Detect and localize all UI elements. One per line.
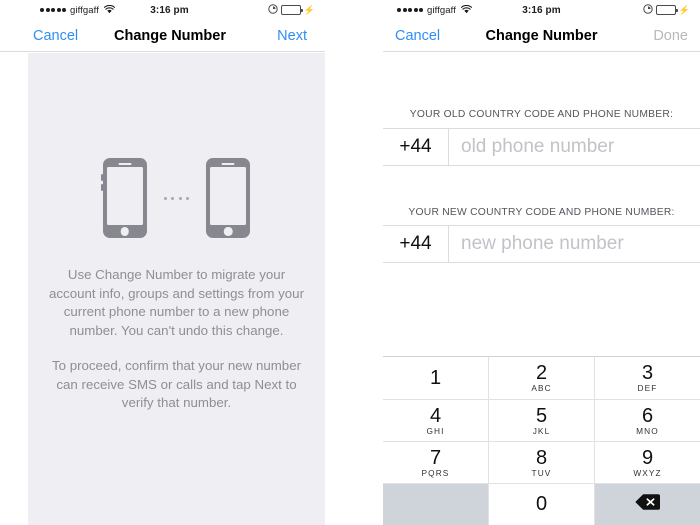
keypad-row: 7 PQRS 8 TUV 9 WXYZ [383,441,700,483]
key-blank [383,484,488,525]
nav-bar-right: Cancel Change Number Done [383,20,700,52]
backspace-icon [635,493,661,516]
key-letters: ABC [531,383,552,393]
keypad-row: 1 2 ABC 3 DEF [383,357,700,399]
key-letters: PQRS [421,467,450,478]
key-digit: 7 [429,446,442,469]
rotation-lock-icon [643,1,653,19]
key-3[interactable]: 3 DEF [594,357,700,399]
key-8[interactable]: 8 TUV [488,442,594,483]
new-phone-icon [206,158,251,238]
new-phone-number-input[interactable] [449,226,700,262]
description-paragraph-2: To proceed, confirm that your new number… [51,358,302,410]
explanatory-text-block: Use Change Number to migrate your accoun… [28,238,325,413]
left-phone-screen: giffgaff 3:16 pm ⚡ Cancel Change Number … [0,0,325,525]
status-bar-right-group: ⚡ [643,0,690,20]
key-digit: 2 [535,362,548,384]
key-digit: 5 [535,404,548,427]
nav-bar-left: Cancel Change Number Next [0,20,325,52]
status-bar-right-group: ⚡ [268,0,315,20]
key-letters: GHI [426,425,445,436]
old-phone-number-input[interactable] [449,128,700,165]
key-digit: 8 [535,446,548,469]
left-content-area: Use Change Number to migrate your accoun… [28,53,325,525]
keypad-row: 0 [383,483,700,525]
field-spacer [383,166,700,206]
new-country-code[interactable]: +44 [383,226,449,262]
key-7[interactable]: 7 PQRS [383,442,488,483]
battery-icon [280,5,303,15]
key-digit: 9 [641,446,654,469]
next-button[interactable]: Next [277,28,307,44]
key-letters: DEF [637,383,658,393]
key-letters: WXYZ [633,467,662,478]
status-bar-right: giffgaff 3:16 pm ⚡ [383,0,700,20]
old-phone-icon [101,158,147,238]
rotation-lock-icon [268,1,278,19]
old-number-field-row: +44 [383,127,700,166]
old-country-code[interactable]: +44 [383,128,449,165]
key-6[interactable]: 6 MNO [594,400,700,441]
key-9[interactable]: 9 WXYZ [594,442,700,483]
charging-bolt-icon: ⚡ [678,4,690,15]
status-bar-left: giffgaff 3:16 pm ⚡ [0,0,325,20]
numeric-keypad: 1 2 ABC 3 DEF 4 GHI 5 JKL 6 MNO 7 PQRS 8… [383,356,700,525]
key-letters: JKL [532,425,551,436]
key-digit: 1 [429,366,442,389]
screenshot-stage: giffgaff 3:16 pm ⚡ Cancel Change Number … [0,0,700,525]
phone-number-form: YOUR OLD COUNTRY CODE AND PHONE NUMBER: … [383,52,700,263]
description-paragraph-1: Use Change Number to migrate your accoun… [49,267,304,338]
migration-dots-icon [163,196,190,200]
key-digit: 6 [641,404,654,427]
cancel-button[interactable]: Cancel [395,28,440,44]
key-5[interactable]: 5 JKL [488,400,594,441]
key-2[interactable]: 2 ABC [488,357,594,399]
key-letters: TUV [531,467,552,478]
battery-icon [655,5,678,15]
key-1[interactable]: 1 [383,357,488,399]
key-digit: 0 [535,493,548,515]
key-digit: 3 [641,362,654,384]
two-phones-migration-illustration [28,53,325,238]
new-number-field-label: YOUR NEW COUNTRY CODE AND PHONE NUMBER: [408,206,675,218]
new-number-field-row: +44 [383,225,700,263]
key-digit: 4 [429,404,442,427]
old-number-field-label: YOUR OLD COUNTRY CODE AND PHONE NUMBER: [409,109,674,120]
key-0[interactable]: 0 [488,484,594,525]
cancel-button[interactable]: Cancel [33,28,78,44]
right-phone-screen: giffgaff 3:16 pm ⚡ Cancel Change Number … [383,0,700,525]
key-4[interactable]: 4 GHI [383,400,488,441]
key-letters: MNO [636,425,659,436]
backspace-key[interactable] [594,484,700,525]
charging-bolt-icon: ⚡ [303,4,315,15]
keypad-row: 4 GHI 5 JKL 6 MNO [383,399,700,441]
done-button[interactable]: Done [653,28,688,44]
